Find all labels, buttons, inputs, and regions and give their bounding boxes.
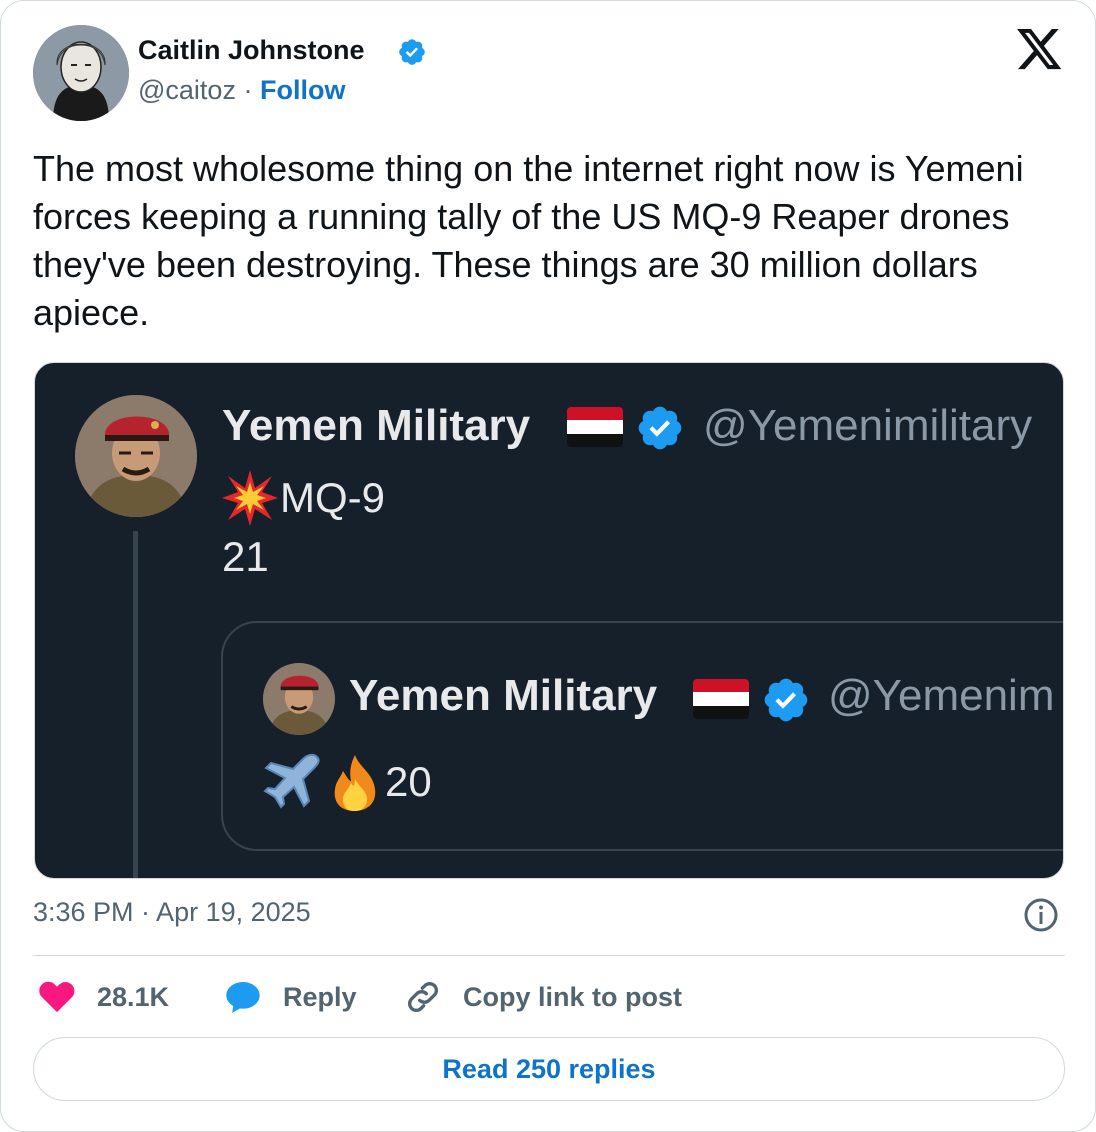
- quoted-author-avatar: [263, 663, 335, 735]
- quoted-author-name: Yemen Military: [349, 671, 658, 720]
- avatar-photo: [75, 395, 197, 517]
- collision-emoji-icon: [222, 470, 278, 526]
- author-avatar[interactable]: [33, 25, 129, 121]
- link-icon: [408, 982, 438, 1012]
- embedded-post-text-mq9: MQ-9: [280, 474, 385, 521]
- x-logo-icon[interactable]: [1017, 29, 1063, 71]
- embedded-author-name: Yemen Military: [222, 401, 531, 450]
- airplane-emoji-icon: [263, 753, 320, 809]
- info-icon[interactable]: [1023, 897, 1059, 933]
- copy-link-label: Copy link to post: [463, 981, 682, 1012]
- follow-button[interactable]: Follow: [260, 75, 345, 105]
- like-count: 28.1K: [97, 981, 170, 1012]
- embedded-author-handle: @Yemenimilitary: [703, 401, 1033, 450]
- read-replies-button[interactable]: Read 250 replies: [33, 1037, 1065, 1101]
- quoted-author-handle: @Yemenim: [828, 671, 1055, 720]
- avatar-illustration: [33, 25, 129, 121]
- reply-label: Reply: [283, 981, 357, 1012]
- yemen-flag-icon: [567, 407, 623, 447]
- copy-link-button[interactable]: Copy link to post: [403, 977, 682, 1017]
- post-timestamp[interactable]: 3:36 PM · Apr 19, 2025: [33, 897, 311, 928]
- reply-button[interactable]: Reply: [223, 977, 357, 1017]
- fire-emoji-icon: [334, 755, 376, 811]
- tweet-card: Caitlin Johnstone @caitoz · Follow The m…: [0, 0, 1096, 1132]
- divider: [33, 955, 1065, 956]
- reply-bubble-icon: [226, 982, 260, 1013]
- embedded-post-count: 21: [222, 533, 269, 580]
- quoted-post-text: 20: [263, 753, 432, 811]
- like-button[interactable]: 28.1K: [37, 977, 169, 1017]
- verified-badge-icon: [638, 406, 682, 450]
- heart-icon: [39, 981, 75, 1013]
- post-text: The most wholesome thing on the internet…: [33, 148, 1024, 333]
- embedded-post-line1: MQ-9: [222, 470, 385, 526]
- author-handle-row: @caitoz · Follow: [138, 75, 345, 106]
- thread-line: [133, 531, 138, 878]
- verified-badge-icon: [764, 678, 808, 722]
- post-media-image[interactable]: Yemen Military @Yemenimilitary MQ-9 21 Y…: [34, 362, 1064, 879]
- avatar-photo: [263, 663, 335, 735]
- separator-dot: ·: [243, 75, 253, 105]
- quoted-post-count: 20: [385, 758, 432, 805]
- quoted-post: Yemen Military @Yemenim 20: [221, 621, 1063, 851]
- author-handle[interactable]: @caitoz: [138, 75, 236, 105]
- yemen-flag-icon: [693, 679, 749, 719]
- author-name[interactable]: Caitlin Johnstone: [138, 35, 365, 66]
- verified-badge-icon: [399, 39, 425, 65]
- yemen-military-avatar: [75, 395, 197, 517]
